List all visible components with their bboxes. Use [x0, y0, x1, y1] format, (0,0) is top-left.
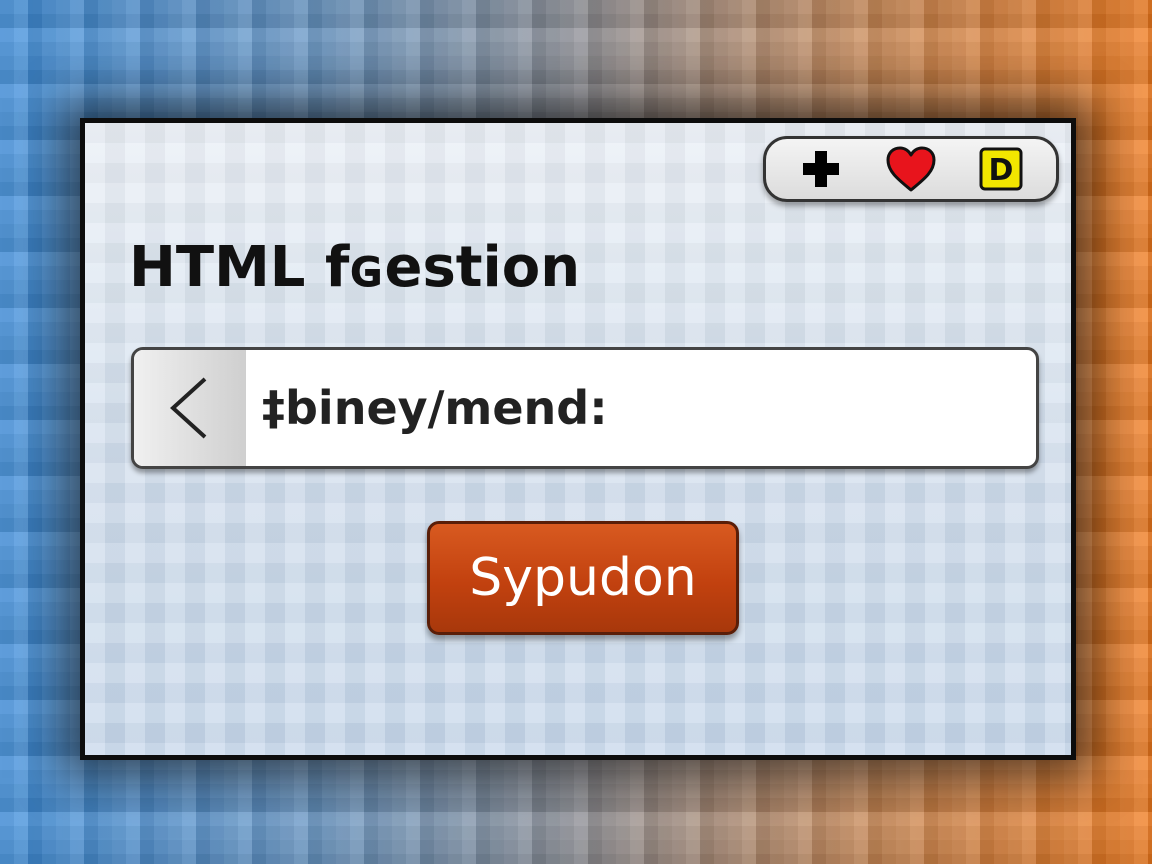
d-badge-button[interactable]: D	[973, 143, 1029, 195]
plus-button[interactable]	[793, 143, 849, 195]
app-window: D HTML fɢestion ‡biney/mend: Sypudon	[80, 118, 1076, 760]
address-input[interactable]: ‡biney/mend:	[246, 350, 1036, 466]
favorite-button[interactable]	[883, 143, 939, 195]
badge-letter: D	[989, 153, 1014, 188]
address-bar: ‡biney/mend:	[131, 347, 1039, 469]
d-badge-icon: D	[979, 147, 1023, 191]
toolbar: D	[763, 136, 1059, 202]
back-button[interactable]	[134, 350, 246, 466]
plus-icon	[803, 151, 839, 187]
submit-button[interactable]: Sypudon	[427, 521, 739, 635]
heart-icon	[886, 146, 936, 192]
chevron-left-icon	[170, 377, 207, 439]
page-title: HTML fɢestion	[129, 235, 581, 300]
